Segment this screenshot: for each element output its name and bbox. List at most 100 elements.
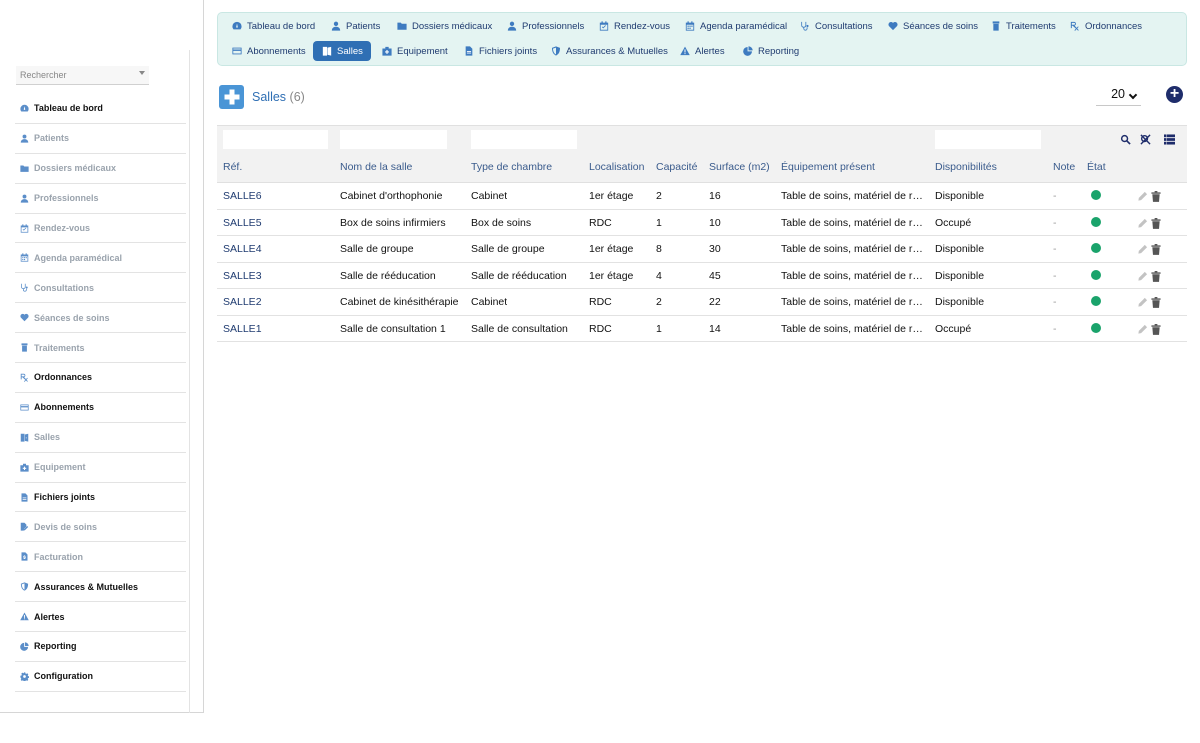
edit-pencil-icon[interactable]: [1137, 189, 1148, 201]
search-icon[interactable]: [1120, 132, 1132, 145]
filter-ref-input[interactable]: [223, 130, 328, 149]
column-header-nom-de-la-salle[interactable]: Nom de la salle: [340, 161, 412, 173]
cell-ref[interactable]: SALLE6: [223, 190, 262, 202]
tab-alertes[interactable]: Alertes: [671, 41, 733, 61]
sidebar-item-assurances-mutuelles[interactable]: Assurances & Mutuelles: [15, 572, 186, 603]
tab-equipement[interactable]: Equipement: [373, 41, 456, 61]
sidebar-item-abonnements[interactable]: Abonnements: [15, 393, 186, 423]
prescription-icon: [19, 372, 29, 382]
cell-nom: Salle de groupe: [340, 243, 414, 255]
column-header-disponibilites[interactable]: Disponibilités: [935, 161, 997, 173]
sidebar-item-configuration[interactable]: Configuration: [15, 662, 186, 692]
tab-professionnels[interactable]: Professionnels: [498, 16, 592, 36]
sidebar-item-tableau-de-bord[interactable]: Tableau de bord: [15, 94, 186, 124]
tab-traitements[interactable]: Traitements: [982, 16, 1064, 36]
sidebar-item-agenda-paramedical[interactable]: Agenda paramédical: [15, 243, 186, 274]
sidebar-menu: Tableau de bord Patients Dossiers médicaux…: [15, 94, 186, 692]
delete-trash-icon[interactable]: [1151, 189, 1161, 202]
door-icon: [19, 432, 29, 442]
cell-ref[interactable]: SALLE1: [223, 323, 262, 335]
filter-dispo-input[interactable]: [935, 130, 1041, 149]
tab-patients[interactable]: Patients: [322, 16, 388, 36]
sidebar-item-patients[interactable]: Patients: [15, 124, 186, 154]
column-header-capacite[interactable]: Capacité: [656, 161, 697, 173]
table-row[interactable]: SALLE5 Box de soins infirmiers Box de soin…: [217, 210, 1187, 236]
cell-type: Cabinet: [471, 296, 508, 308]
sidebar-item-label: Assurances & Mutuelles: [34, 581, 139, 592]
add-room-button[interactable]: +: [1166, 86, 1183, 103]
sidebar-item-alertes[interactable]: Alertes: [15, 602, 186, 633]
column-header-ref[interactable]: Réf.: [223, 161, 242, 173]
table-row[interactable]: SALLE1 Salle de consultation 1 Salle de co…: [217, 316, 1187, 342]
tab-tableau-de-bord[interactable]: Tableau de bord: [223, 16, 323, 36]
delete-trash-icon[interactable]: [1151, 295, 1161, 308]
filter-nom-input[interactable]: [340, 130, 447, 149]
medical-cross-logo-icon: [219, 85, 244, 109]
clear-filter-icon[interactable]: [1140, 132, 1152, 145]
sidebar-item-professionnels[interactable]: Professionnels: [15, 184, 186, 214]
sidebar-item-ordonnances[interactable]: Ordonnances: [15, 363, 186, 393]
list-view-icon[interactable]: [1163, 132, 1176, 145]
cell-dispo: Occupé: [935, 322, 972, 335]
tab-reporting[interactable]: Reporting: [734, 41, 807, 61]
column-header-surface-m2[interactable]: Surface (m2): [709, 161, 770, 173]
sidebar-item-traitements[interactable]: Traitements: [15, 333, 186, 364]
tab-rendez-vous[interactable]: Rendez-vous: [590, 16, 678, 36]
table-row[interactable]: SALLE3 Salle de rééducation Salle de réédu…: [217, 263, 1187, 289]
tab-dossiers-medicaux[interactable]: Dossiers médicaux: [388, 16, 500, 36]
sidebar-item-reporting[interactable]: Reporting: [15, 632, 186, 662]
delete-trash-icon[interactable]: [1151, 322, 1161, 335]
table-row[interactable]: SALLE4 Salle de groupe Salle de groupe 1er …: [217, 236, 1187, 263]
sidebar-search-select[interactable]: Rechercher: [16, 66, 149, 85]
sidebar-item-rendez-vous[interactable]: Rendez-vous: [15, 214, 186, 244]
column-header-equipement-present[interactable]: Équipement présent: [781, 161, 875, 173]
sidebar-item-devis-de-soins[interactable]: Devis de soins: [15, 512, 186, 543]
column-header-localisation[interactable]: Localisation: [589, 161, 644, 173]
top-navigation: Tableau de bord Patients Dossiers médicaux…: [217, 12, 1187, 66]
column-header-etat[interactable]: État: [1087, 161, 1106, 173]
sidebar-item-equipement[interactable]: Equipement: [15, 453, 186, 483]
calendar-check-icon: [598, 21, 609, 32]
edit-pencil-icon[interactable]: [1137, 269, 1148, 281]
tab-seances-de-soins[interactable]: Séances de soins: [879, 16, 986, 36]
cell-dispo: Disponible: [935, 190, 985, 202]
sidebar-item-seances-de-soins[interactable]: Séances de soins: [15, 303, 186, 334]
tab-consultations[interactable]: Consultations: [791, 16, 881, 36]
tab-assurances-mutuelles[interactable]: Assurances & Mutuelles: [542, 41, 676, 61]
cell-ref[interactable]: SALLE3: [223, 270, 262, 282]
tab-label: Traitements: [1006, 20, 1056, 32]
tab-salles[interactable]: Salles: [313, 41, 371, 61]
delete-trash-icon[interactable]: [1151, 216, 1161, 229]
per-page-select[interactable]: 20: [1096, 86, 1141, 106]
tab-abonnements[interactable]: Abonnements: [223, 41, 314, 61]
delete-trash-icon[interactable]: [1151, 269, 1161, 282]
edit-pencil-icon[interactable]: [1137, 295, 1148, 307]
tab-fichiers-joints[interactable]: Fichiers joints: [455, 41, 545, 61]
edit-pencil-icon[interactable]: [1137, 216, 1148, 228]
cell-surf: 16: [709, 190, 721, 202]
dashboard-icon: [19, 103, 29, 113]
cell-ref[interactable]: SALLE5: [223, 217, 262, 229]
edit-pencil-icon[interactable]: [1137, 322, 1148, 334]
table-row[interactable]: SALLE2 Cabinet de kinésithérapie Cabinet RD…: [217, 289, 1187, 316]
cell-ref[interactable]: SALLE4: [223, 243, 262, 255]
tab-agenda-paramedical[interactable]: Agenda paramédical: [676, 16, 795, 36]
delete-trash-icon[interactable]: [1151, 242, 1161, 255]
tab-ordonnances[interactable]: Ordonnances: [1061, 16, 1150, 36]
filter-type-input[interactable]: [471, 130, 577, 149]
table-row[interactable]: SALLE6 Cabinet d'orthophonie Cabinet 1er ét…: [217, 183, 1187, 210]
cell-loc: RDC: [589, 216, 612, 229]
stethoscope-icon: [799, 21, 810, 32]
sidebar-item-fichiers-joints[interactable]: Fichiers joints: [15, 483, 186, 513]
cell-ref[interactable]: SALLE2: [223, 296, 262, 308]
sidebar-item-dossiers-medicaux[interactable]: Dossiers médicaux: [15, 154, 186, 184]
sidebar-item-facturation[interactable]: Facturation: [15, 542, 186, 573]
sidebar-item-label: Abonnements: [34, 402, 95, 413]
edit-pencil-icon[interactable]: [1137, 242, 1148, 254]
sidebar-item-consultations[interactable]: Consultations: [15, 273, 186, 304]
column-header-note[interactable]: Note: [1053, 161, 1075, 173]
folder-icon: [19, 163, 29, 173]
tab-label: Ordonnances: [1085, 20, 1143, 32]
column-header-type-de-chambre[interactable]: Type de chambre: [471, 161, 552, 173]
sidebar-item-salles[interactable]: Salles: [15, 423, 186, 453]
